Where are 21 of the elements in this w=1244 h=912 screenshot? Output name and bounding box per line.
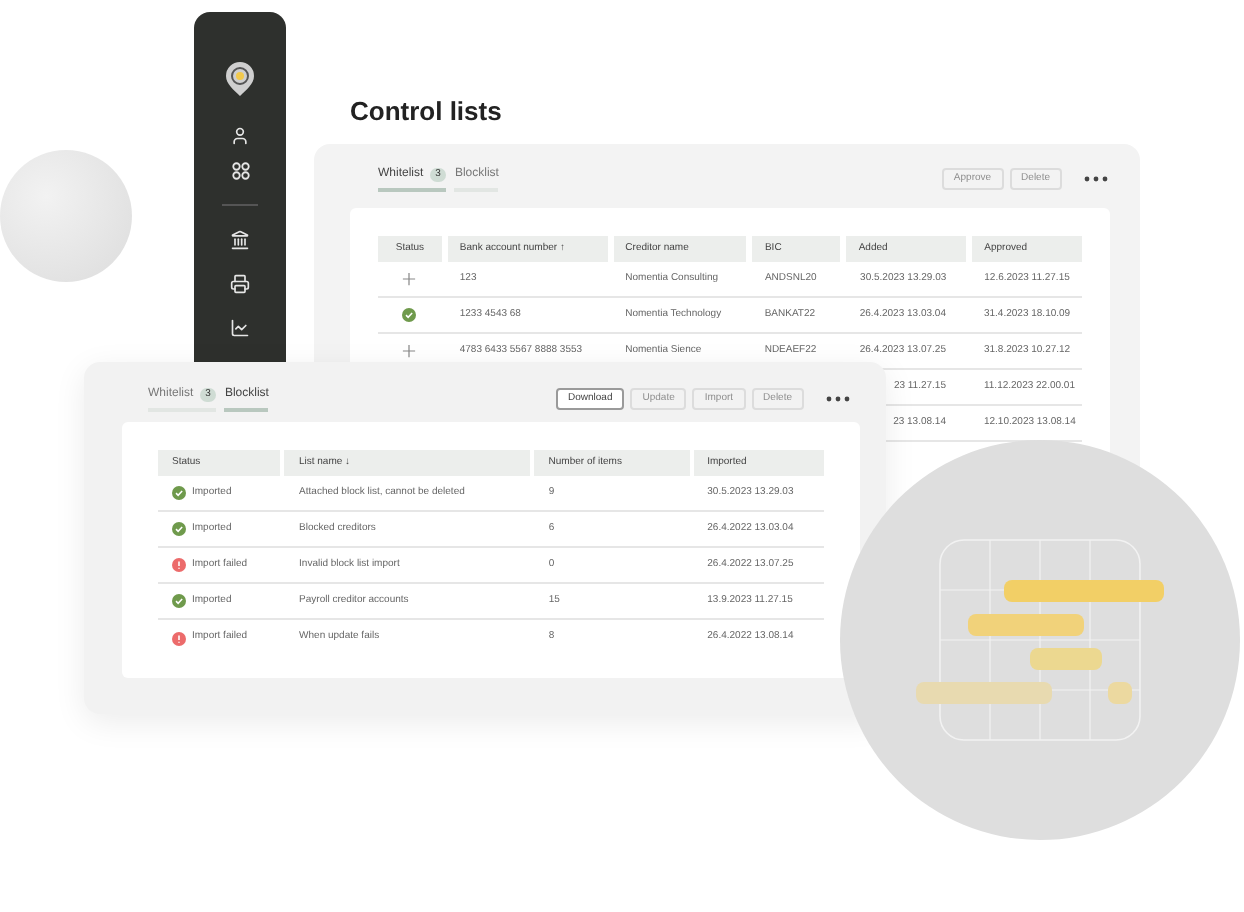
error-icon [172, 631, 186, 645]
more-icon[interactable] [826, 396, 850, 402]
error-icon [172, 558, 186, 572]
gantt-bar [1030, 648, 1102, 670]
plus-icon [402, 344, 417, 358]
gantt-bar [916, 682, 1052, 704]
gantt-bar [1108, 682, 1132, 704]
plus-icon [402, 272, 417, 286]
check-icon [172, 486, 186, 500]
printer-icon[interactable] [230, 274, 250, 294]
check-icon [172, 594, 186, 608]
more-icon[interactable] [1084, 176, 1108, 182]
page-title: Control lists [350, 94, 502, 130]
bank-icon[interactable] [230, 230, 250, 250]
grid-icon[interactable] [231, 162, 249, 180]
check-icon [172, 522, 186, 536]
chart-icon[interactable] [230, 318, 250, 338]
gantt-bar [968, 614, 1084, 636]
logo-icon [224, 60, 256, 98]
check-icon [402, 308, 417, 322]
user-icon[interactable] [230, 126, 250, 146]
